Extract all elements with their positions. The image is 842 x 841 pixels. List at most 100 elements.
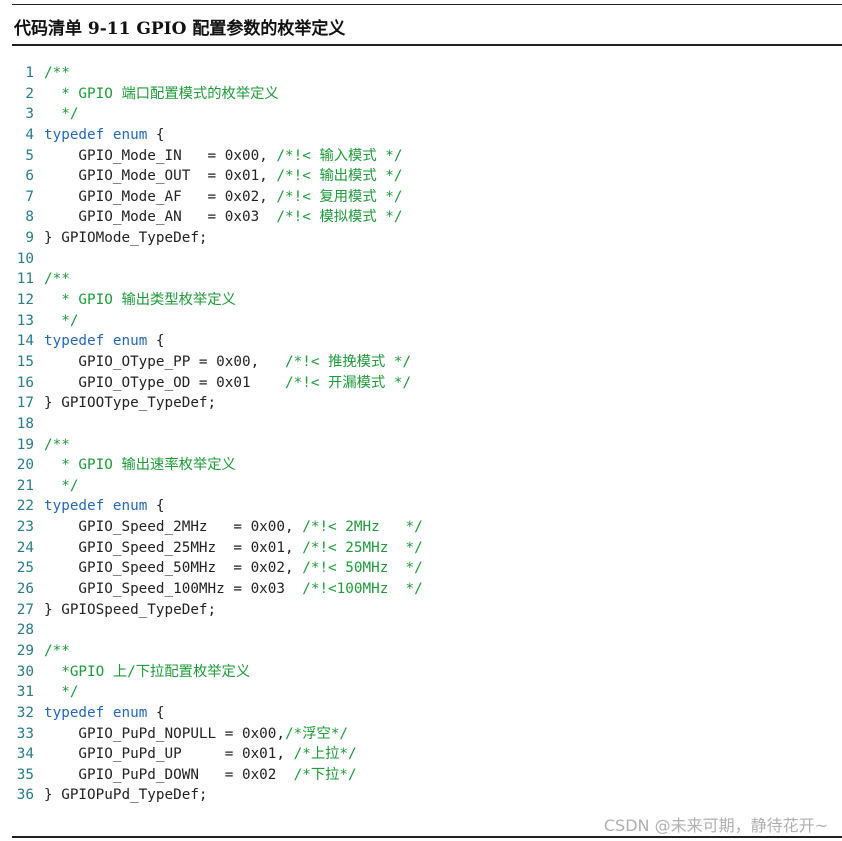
- code-text: /**: [34, 269, 70, 290]
- line-number: 25: [16, 560, 34, 577]
- code-line: 34 GPIO_PuPd_UP = 0x01, /*上拉*/: [14, 744, 842, 765]
- code-comment: /*浮空*/: [285, 725, 349, 742]
- code-comment: */: [44, 477, 79, 494]
- code-token: {: [147, 498, 165, 515]
- code-line: 33 GPIO_PuPd_NOPULL = 0x00,/*浮空*/: [14, 724, 842, 745]
- line-number: 2: [25, 85, 34, 102]
- code-comment: * GPIO 输出速率枚举定义: [44, 457, 236, 474]
- code-line: 15 GPIO_OType_PP = 0x00, /*!< 推挽模式 */: [14, 352, 842, 373]
- code-line: 16 GPIO_OType_OD = 0x01 /*!< 开漏模式 */: [14, 373, 842, 394]
- code-text: */: [34, 476, 78, 497]
- code-line: 32 typedef enum {: [14, 703, 842, 724]
- code-token: GPIO_Speed_100MHz = 0x03: [44, 581, 303, 598]
- line-number: 34: [16, 746, 34, 763]
- top-border-line: [12, 4, 842, 5]
- code-text: */: [34, 311, 78, 332]
- code-token: GPIO_Speed_2MHz = 0x00,: [44, 519, 303, 536]
- line-number: 15: [16, 353, 34, 370]
- code-line: 26 GPIO_Speed_100MHz = 0x03 /*!<100MHz *…: [14, 579, 842, 600]
- code-text: * GPIO 输出类型枚举定义: [34, 290, 236, 311]
- code-line: 14 typedef enum {: [14, 331, 842, 352]
- code-text: /**: [34, 641, 70, 662]
- code-line: 17} GPIOOType_TypeDef;: [14, 393, 842, 414]
- code-line: 31 */: [14, 682, 842, 703]
- code-token: GPIO_OType_OD = 0x01: [44, 374, 286, 391]
- code-text: typedef enum {: [34, 331, 165, 352]
- code-text: GPIO_Mode_AN = 0x03 /*!< 模拟模式 */: [34, 207, 402, 228]
- line-number: 14: [16, 333, 34, 350]
- line-number: 29: [16, 642, 34, 659]
- code-text: typedef enum {: [34, 703, 165, 724]
- code-token: GPIO_OType_PP = 0x00,: [44, 353, 286, 370]
- line-number: 8: [25, 209, 34, 226]
- line-number: 36: [16, 787, 34, 804]
- code-text: GPIO_Mode_IN = 0x00, /*!< 输入模式 */: [34, 146, 402, 167]
- code-text: GPIO_Speed_2MHz = 0x00, /*!< 2MHz */: [34, 517, 423, 538]
- code-line: 35 GPIO_PuPd_DOWN = 0x02 /*下拉*/: [14, 765, 842, 786]
- code-comment: /*!< 50MHz */: [302, 560, 423, 577]
- code-line: 1 /**: [14, 63, 842, 84]
- code-line: 24 GPIO_Speed_25MHz = 0x01, /*!< 25MHz *…: [14, 538, 842, 559]
- line-number: 31: [16, 684, 34, 701]
- code-keyword: enum: [112, 126, 148, 143]
- code-line: 8 GPIO_Mode_AN = 0x03 /*!< 模拟模式 */: [14, 207, 842, 228]
- code-text: GPIO_OType_PP = 0x00, /*!< 推挽模式 */: [34, 352, 411, 373]
- line-number: 16: [16, 374, 34, 391]
- code-text: GPIO_PuPd_UP = 0x01, /*上拉*/: [34, 744, 356, 765]
- code-comment: *GPIO 上/下拉配置枚举定义: [44, 663, 251, 680]
- code-text: GPIO_Speed_50MHz = 0x02, /*!< 50MHz */: [34, 558, 423, 579]
- code-comment: /*!< 模拟模式 */: [276, 209, 403, 226]
- code-line: 11 /**: [14, 269, 842, 290]
- code-token: } GPIOMode_TypeDef;: [44, 230, 208, 247]
- code-comment: /*下拉*/: [293, 766, 357, 783]
- code-text: * GPIO 端口配置模式的枚举定义: [34, 84, 279, 105]
- code-line: 19 /**: [14, 435, 842, 456]
- code-text: /**: [34, 435, 70, 456]
- line-number: 33: [16, 725, 34, 742]
- line-number: 9: [25, 230, 34, 247]
- listing-title: 代码清单 9-11 GPIO 配置参数的枚举定义: [14, 19, 346, 39]
- code-keyword: enum: [112, 333, 148, 350]
- code-text: GPIO_OType_OD = 0x01 /*!< 开漏模式 */: [34, 373, 411, 394]
- code-text: typedef enum {: [34, 496, 165, 517]
- code-comment: /**: [44, 642, 70, 659]
- code-listing: 1/** 2 * GPIO 端口配置模式的枚举定义 3 */4 typedef enu…: [14, 63, 842, 806]
- code-comment: /*!< 2MHz */: [302, 519, 423, 536]
- line-number: 1: [25, 65, 34, 81]
- code-line: 4 typedef enum {: [14, 125, 842, 146]
- code-keyword: enum: [112, 498, 148, 515]
- line-number: 32: [16, 704, 34, 721]
- code-line: 10: [14, 249, 842, 270]
- line-number: 20: [16, 457, 34, 474]
- code-line: 29 /**: [14, 641, 842, 662]
- code-text: * GPIO 输出速率枚举定义: [34, 455, 236, 476]
- line-number: 24: [16, 539, 34, 556]
- code-comment: * GPIO 端口配置模式的枚举定义: [44, 85, 279, 102]
- code-line: 3 */: [14, 104, 842, 125]
- code-line: 5 GPIO_Mode_IN = 0x00, /*!< 输入模式 */: [14, 146, 842, 167]
- code-comment: /**: [44, 65, 70, 81]
- code-comment: */: [44, 684, 79, 701]
- line-number: 28: [16, 622, 34, 639]
- code-line: 22 typedef enum {: [14, 496, 842, 517]
- code-line: 23 GPIO_Speed_2MHz = 0x00, /*!< 2MHz */: [14, 517, 842, 538]
- code-text: GPIO_PuPd_NOPULL = 0x00,/*浮空*/: [34, 724, 348, 745]
- code-line: 18: [14, 414, 842, 435]
- code-text: GPIO_Mode_OUT = 0x01, /*!< 输出模式 */: [34, 166, 402, 187]
- code-text: } GPIOOType_TypeDef;: [34, 393, 216, 414]
- code-line: 27} GPIOSpeed_TypeDef;: [14, 600, 842, 621]
- line-number: 5: [25, 147, 34, 164]
- line-number: 19: [16, 436, 34, 453]
- code-text: GPIO_Speed_100MHz = 0x03 /*!<100MHz */: [34, 579, 422, 600]
- code-comment: /*!< 开漏模式 */: [285, 374, 412, 391]
- code-token: GPIO_Speed_50MHz = 0x02,: [44, 560, 303, 577]
- code-comment: /*!< 复用模式 */: [276, 188, 403, 205]
- code-text: *GPIO 上/下拉配置枚举定义: [34, 662, 250, 683]
- title-divider: [12, 44, 842, 46]
- code-keyword: typedef: [44, 704, 105, 721]
- code-comment: /*!< 25MHz */: [302, 539, 423, 556]
- line-number: 4: [25, 126, 34, 143]
- code-line: 7 GPIO_Mode_AF = 0x02, /*!< 复用模式 */: [14, 187, 842, 208]
